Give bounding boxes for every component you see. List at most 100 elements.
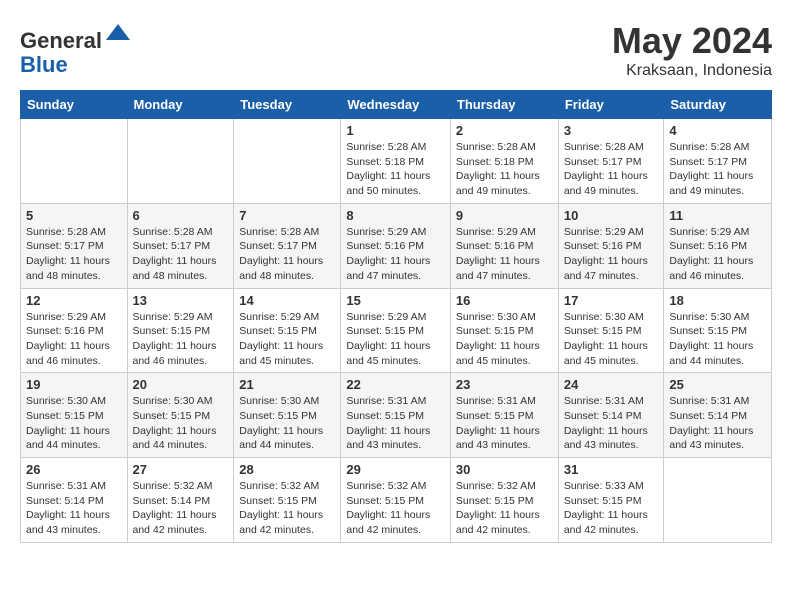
table-row: 19 Sunrise: 5:30 AM Sunset: 5:15 PM Dayli… (21, 373, 128, 458)
logo: General Blue (20, 20, 132, 77)
week-row-4: 19 Sunrise: 5:30 AM Sunset: 5:15 PM Dayli… (21, 373, 772, 458)
day-info: Sunrise: 5:30 AM Sunset: 5:15 PM Dayligh… (133, 394, 229, 453)
day-number: 15 (346, 293, 445, 308)
day-number: 30 (456, 462, 553, 477)
day-number: 24 (564, 377, 659, 392)
table-row: 1 Sunrise: 5:28 AM Sunset: 5:18 PM Daylig… (341, 119, 451, 204)
day-info: Sunrise: 5:33 AM Sunset: 5:15 PM Dayligh… (564, 479, 659, 538)
header-tuesday: Tuesday (234, 91, 341, 119)
logo-icon (104, 20, 132, 48)
day-number: 11 (669, 208, 766, 223)
table-row: 24Sunrise: 5:31 AM Sunset: 5:14 PM Dayli… (558, 373, 664, 458)
title-month: May 2024 (612, 20, 772, 62)
table-row (21, 119, 128, 204)
title-location: Kraksaan, Indonesia (612, 62, 772, 80)
header-sunday: Sunday (21, 91, 128, 119)
day-number: 20 (133, 377, 229, 392)
logo-text: General Blue (20, 20, 132, 77)
day-number: 21 (239, 377, 335, 392)
day-info: Sunrise: 5:28 AM Sunset: 5:18 PM Dayligh… (456, 140, 553, 199)
table-row: 7 Sunrise: 5:28 AM Sunset: 5:17 PM Daylig… (234, 203, 341, 288)
day-number: 27 (133, 462, 229, 477)
day-info: Sunrise: 5:28 AM Sunset: 5:17 PM Dayligh… (133, 225, 229, 284)
header-wednesday: Wednesday (341, 91, 451, 119)
day-info: Sunrise: 5:29 AM Sunset: 5:15 PM Dayligh… (133, 310, 229, 369)
table-row: 23 Sunrise: 5:31 AM Sunset: 5:15 PM Dayli… (450, 373, 558, 458)
table-row: 30 Sunrise: 5:32 AM Sunset: 5:15 PM Dayli… (450, 458, 558, 543)
table-row: 13 Sunrise: 5:29 AM Sunset: 5:15 PM Dayli… (127, 288, 234, 373)
day-number: 8 (346, 208, 445, 223)
day-info: Sunrise: 5:32 AM Sunset: 5:15 PM Dayligh… (239, 479, 335, 538)
day-info: Sunrise: 5:28 AM Sunset: 5:17 PM Dayligh… (239, 225, 335, 284)
header-friday: Friday (558, 91, 664, 119)
day-number: 14 (239, 293, 335, 308)
day-number: 6 (133, 208, 229, 223)
table-row: 17 Sunrise: 5:30 AM Sunset: 5:15 PM Dayli… (558, 288, 664, 373)
calendar-table: Sunday Monday Tuesday Wednesday Thursday… (20, 90, 772, 543)
day-info: Sunrise: 5:31 AM Sunset: 5:15 PM Dayligh… (346, 394, 445, 453)
day-number: 25 (669, 377, 766, 392)
day-number: 17 (564, 293, 659, 308)
day-info: Sunrise: 5:28 AM Sunset: 5:17 PM Dayligh… (669, 140, 766, 199)
day-number: 13 (133, 293, 229, 308)
day-info: Sunrise: 5:31 AM Sunset: 5:15 PM Dayligh… (456, 394, 553, 453)
table-row: 11 Sunrise: 5:29 AM Sunset: 5:16 PM Dayli… (664, 203, 772, 288)
header-thursday: Thursday (450, 91, 558, 119)
day-info: Sunrise: 5:29 AM Sunset: 5:16 PM Dayligh… (456, 225, 553, 284)
day-info: Sunrise: 5:32 AM Sunset: 5:14 PM Dayligh… (133, 479, 229, 538)
day-info: Sunrise: 5:32 AM Sunset: 5:15 PM Dayligh… (456, 479, 553, 538)
header-monday: Monday (127, 91, 234, 119)
table-row: 4Sunrise: 5:28 AM Sunset: 5:17 PM Daylig… (664, 119, 772, 204)
day-info: Sunrise: 5:29 AM Sunset: 5:15 PM Dayligh… (346, 310, 445, 369)
table-row: 3Sunrise: 5:28 AM Sunset: 5:17 PM Daylig… (558, 119, 664, 204)
table-row (127, 119, 234, 204)
day-info: Sunrise: 5:28 AM Sunset: 5:18 PM Dayligh… (346, 140, 445, 199)
day-info: Sunrise: 5:30 AM Sunset: 5:15 PM Dayligh… (669, 310, 766, 369)
day-info: Sunrise: 5:29 AM Sunset: 5:16 PM Dayligh… (26, 310, 122, 369)
day-info: Sunrise: 5:30 AM Sunset: 5:15 PM Dayligh… (564, 310, 659, 369)
day-info: Sunrise: 5:31 AM Sunset: 5:14 PM Dayligh… (26, 479, 122, 538)
day-number: 2 (456, 123, 553, 138)
day-number: 12 (26, 293, 122, 308)
day-number: 23 (456, 377, 553, 392)
day-number: 1 (346, 123, 445, 138)
day-info: Sunrise: 5:29 AM Sunset: 5:16 PM Dayligh… (669, 225, 766, 284)
table-row: 2 Sunrise: 5:28 AM Sunset: 5:18 PM Daylig… (450, 119, 558, 204)
table-row: 8Sunrise: 5:29 AM Sunset: 5:16 PM Daylig… (341, 203, 451, 288)
table-row: 31Sunrise: 5:33 AM Sunset: 5:15 PM Dayli… (558, 458, 664, 543)
table-row: 16 Sunrise: 5:30 AM Sunset: 5:15 PM Dayli… (450, 288, 558, 373)
table-row: 29Sunrise: 5:32 AM Sunset: 5:15 PM Dayli… (341, 458, 451, 543)
day-number: 22 (346, 377, 445, 392)
day-info: Sunrise: 5:31 AM Sunset: 5:14 PM Dayligh… (669, 394, 766, 453)
day-number: 28 (239, 462, 335, 477)
table-row: 10Sunrise: 5:29 AM Sunset: 5:16 PM Dayli… (558, 203, 664, 288)
week-row-1: 1 Sunrise: 5:28 AM Sunset: 5:18 PM Daylig… (21, 119, 772, 204)
table-row: 28 Sunrise: 5:32 AM Sunset: 5:15 PM Dayli… (234, 458, 341, 543)
day-info: Sunrise: 5:29 AM Sunset: 5:16 PM Dayligh… (564, 225, 659, 284)
day-number: 16 (456, 293, 553, 308)
week-row-3: 12 Sunrise: 5:29 AM Sunset: 5:16 PM Dayli… (21, 288, 772, 373)
table-row (664, 458, 772, 543)
table-row: 5Sunrise: 5:28 AM Sunset: 5:17 PM Daylig… (21, 203, 128, 288)
logo-general: General (20, 28, 102, 53)
day-number: 9 (456, 208, 553, 223)
table-row: 25 Sunrise: 5:31 AM Sunset: 5:14 PM Dayli… (664, 373, 772, 458)
table-row: 12 Sunrise: 5:29 AM Sunset: 5:16 PM Dayli… (21, 288, 128, 373)
day-number: 18 (669, 293, 766, 308)
day-info: Sunrise: 5:30 AM Sunset: 5:15 PM Dayligh… (26, 394, 122, 453)
day-info: Sunrise: 5:30 AM Sunset: 5:15 PM Dayligh… (456, 310, 553, 369)
day-number: 29 (346, 462, 445, 477)
page-header: General Blue May 2024 Kraksaan, Indonesi… (20, 20, 772, 80)
table-row: 6 Sunrise: 5:28 AM Sunset: 5:17 PM Daylig… (127, 203, 234, 288)
title-block: May 2024 Kraksaan, Indonesia (612, 20, 772, 80)
logo-blue: Blue (20, 52, 68, 77)
table-row: 22 Sunrise: 5:31 AM Sunset: 5:15 PM Dayli… (341, 373, 451, 458)
day-number: 19 (26, 377, 122, 392)
table-row: 15 Sunrise: 5:29 AM Sunset: 5:15 PM Dayli… (341, 288, 451, 373)
day-number: 7 (239, 208, 335, 223)
table-row: 20 Sunrise: 5:30 AM Sunset: 5:15 PM Dayli… (127, 373, 234, 458)
day-info: Sunrise: 5:30 AM Sunset: 5:15 PM Dayligh… (239, 394, 335, 453)
table-row: 21 Sunrise: 5:30 AM Sunset: 5:15 PM Dayli… (234, 373, 341, 458)
table-row (234, 119, 341, 204)
table-row: 26Sunrise: 5:31 AM Sunset: 5:14 PM Dayli… (21, 458, 128, 543)
